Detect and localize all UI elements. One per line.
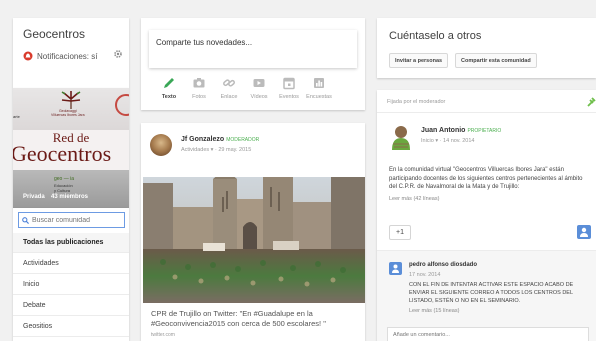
commenter-avatar[interactable] xyxy=(389,262,402,275)
video-icon xyxy=(253,79,265,87)
share-option-videos[interactable]: Vídeos xyxy=(244,76,274,106)
nav-item-geositios[interactable]: Geositios xyxy=(13,317,129,337)
divider xyxy=(377,112,596,113)
community-banner: arte Geolavaggi Villuercas Ibores Jara R… xyxy=(13,88,129,208)
community-nav: Todas las publicaciones Actividades Inic… xyxy=(13,208,129,341)
invite-people-button[interactable]: Invitar a personas xyxy=(389,53,449,68)
banner-title-line2: Geocentros xyxy=(13,141,112,166)
post-category[interactable]: Actividades xyxy=(181,147,209,153)
pinned-post-card: Fijada por el moderador Juan Antonio PROP… xyxy=(377,90,596,341)
comment-read-more-link[interactable]: Leer más (15 líneas) xyxy=(409,308,459,314)
banner-subtitle: Geolavaggi Villuercas Ibores Jara xyxy=(51,109,85,117)
read-more-link[interactable]: Leer más (42 líneas) xyxy=(389,196,439,202)
notification-bell-icon xyxy=(23,51,33,61)
author-avatar[interactable] xyxy=(150,134,172,156)
pinned-body: En la comunidad virtual "Geocentros Vill… xyxy=(389,167,583,190)
post-author[interactable]: Jf Gonzalezo MODERADOR xyxy=(181,136,259,143)
comment-date[interactable]: 17 nov. 2014 xyxy=(409,272,440,278)
share-community-button[interactable]: Compartir esta comunidad xyxy=(455,53,537,68)
privacy-label: Privada xyxy=(23,194,45,200)
post-meta: Actividades ▾ · 29 may. 2015 xyxy=(181,147,252,153)
poll-icon xyxy=(314,78,324,88)
pencil-icon xyxy=(164,78,174,88)
invite-card: Cuéntaselo a otros Invitar a personas Co… xyxy=(377,18,596,78)
banner-plant-logo xyxy=(61,91,81,109)
comments-area: pedro alfonso diosdado 17 nov. 2014 CON … xyxy=(377,250,596,341)
chevron-down-icon[interactable]: ▾ xyxy=(211,147,214,153)
post-photo-image xyxy=(143,177,365,303)
share-option-link[interactable]: Enlace xyxy=(214,76,244,106)
notifications-toggle[interactable]: Notificaciones: sí xyxy=(23,49,129,63)
search-icon xyxy=(22,216,29,224)
plus-one-button[interactable]: +1 xyxy=(389,225,411,240)
share-option-photos[interactable]: Fotos xyxy=(184,76,214,106)
share-icon[interactable] xyxy=(577,225,591,239)
community-name: Geocentros xyxy=(23,27,86,41)
nav-item-debate[interactable]: Debate xyxy=(13,296,129,316)
banner-ring-logo xyxy=(115,94,129,116)
community-search[interactable] xyxy=(18,212,125,228)
nav-item-inicio[interactable]: Inicio xyxy=(13,275,129,295)
comment-body: CON EL FIN DE INTENTAR ACTIVAR ESTE ESPA… xyxy=(409,282,574,304)
post-photo[interactable] xyxy=(143,177,365,303)
pinned-author[interactable]: Juan Antonio PROPIETARIO xyxy=(421,127,501,134)
pinned-category[interactable]: Inicio xyxy=(421,138,434,144)
invite-title: Cuéntaselo a otros xyxy=(389,30,482,42)
author-avatar[interactable] xyxy=(389,124,413,150)
member-count[interactable]: 43 miembros xyxy=(51,194,88,200)
share-options: Texto Fotos Enlace Vídeos Eventos Encues… xyxy=(154,76,364,106)
post-date[interactable]: 29 may. 2015 xyxy=(218,147,251,153)
banner-edge-text: arte xyxy=(13,114,20,119)
share-option-text[interactable]: Texto xyxy=(154,76,184,106)
camera-icon xyxy=(193,78,205,88)
link-icon xyxy=(223,79,236,87)
gear-icon[interactable] xyxy=(113,49,123,59)
post-link[interactable]: twitter.com xyxy=(151,332,175,338)
comment-input[interactable] xyxy=(387,327,589,341)
nav-item-actividades[interactable]: Actividades xyxy=(13,254,129,274)
share-input[interactable]: Comparte tus novedades... xyxy=(149,30,357,68)
notifications-label: Notificaciones: sí xyxy=(37,51,98,61)
comment-author[interactable]: pedro alfonso diosdado xyxy=(409,262,477,268)
pin-icon xyxy=(587,97,596,107)
post-text[interactable]: CPR de Trujillo on Twitter: "En #Guadalu… xyxy=(151,309,361,329)
pinned-label: Fijada por el moderador xyxy=(387,99,446,105)
owner-badge: PROPIETARIO xyxy=(467,128,502,134)
moderator-badge: MODERADOR xyxy=(226,137,260,143)
search-input[interactable] xyxy=(32,216,122,224)
banner-top-band: arte Geolavaggi Villuercas Ibores Jara xyxy=(13,88,129,130)
share-option-polls[interactable]: Encuestas xyxy=(304,76,334,106)
community-header-card: Geocentros Notificaciones: sí xyxy=(13,18,129,88)
pinned-date[interactable]: 14 nov. 2014 xyxy=(443,138,474,144)
banner-sub-text: Educación y Cultura xyxy=(54,183,73,193)
share-box: Comparte tus novedades... Texto Fotos En… xyxy=(141,18,365,110)
calendar-icon xyxy=(283,77,295,90)
banner-logo-text: geo — ia xyxy=(54,176,75,182)
post-card: Jf Gonzalezo MODERADOR Actividades ▾ · 29… xyxy=(141,123,365,341)
nav-item-all-posts[interactable]: Todas las publicaciones xyxy=(13,233,129,253)
share-option-events[interactable]: Eventos xyxy=(274,76,304,106)
pinned-meta: Inicio ▾ · 14 nov. 2014 xyxy=(421,138,475,144)
chevron-down-icon[interactable]: ▾ xyxy=(435,138,438,144)
